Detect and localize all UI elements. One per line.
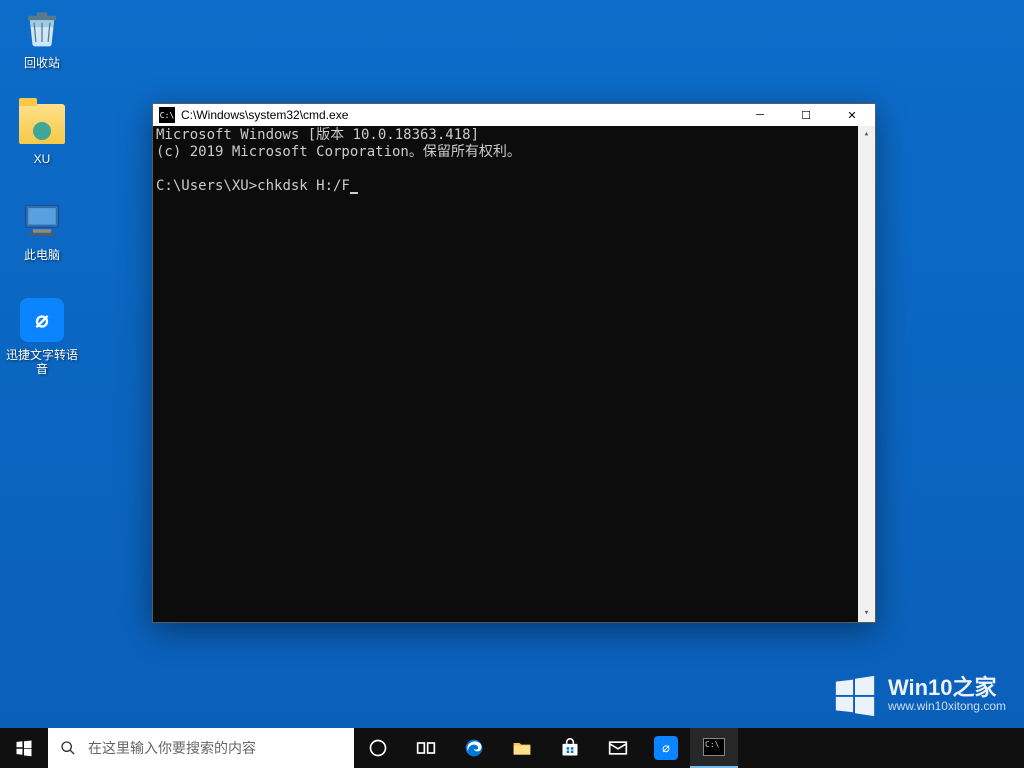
minimize-button[interactable]: ─ xyxy=(737,104,783,126)
taskbar-app-edge[interactable] xyxy=(450,728,498,768)
search-icon xyxy=(48,740,88,756)
desktop-icon-label: XU xyxy=(4,152,80,166)
watermark-title: Win10之家 xyxy=(888,677,1006,699)
window-title: C:\Windows\system32\cmd.exe xyxy=(181,108,737,122)
desktop-icon-this-pc[interactable]: 此电脑 xyxy=(4,196,80,262)
task-view-button[interactable] xyxy=(402,728,450,768)
folder-icon xyxy=(18,100,66,148)
recycle-bin-icon xyxy=(18,4,66,52)
cortana-button[interactable] xyxy=(354,728,402,768)
scrollbar[interactable]: ▴ ▾ xyxy=(858,126,875,622)
watermark-url: www.win10xitong.com xyxy=(888,699,1006,713)
taskbar-app-explorer[interactable] xyxy=(498,728,546,768)
taskbar-app-tts[interactable]: ⌀ xyxy=(642,728,690,768)
cmd-window: C:\ C:\Windows\system32\cmd.exe ─ ☐ ✕ Mi… xyxy=(152,103,876,623)
taskbar-app-store[interactable] xyxy=(546,728,594,768)
terminal-blank xyxy=(156,161,872,178)
watermark: Win10之家 www.win10xitong.com xyxy=(832,672,1006,718)
desktop-icon-tts[interactable]: ⌀ 迅捷文字转语音 xyxy=(4,296,80,376)
windows-logo-icon xyxy=(832,672,878,718)
taskbar: 在这里输入你要搜索的内容 ⌀ C:\ xyxy=(0,728,1024,768)
terminal[interactable]: Microsoft Windows [版本 10.0.18363.418] (c… xyxy=(153,126,875,622)
prompt: C:\Users\XU> xyxy=(156,178,257,194)
desktop-icon-recycle-bin[interactable]: 回收站 xyxy=(4,4,80,70)
desktop-icon-label: 此电脑 xyxy=(4,248,80,262)
titlebar[interactable]: C:\ C:\Windows\system32\cmd.exe ─ ☐ ✕ xyxy=(153,104,875,126)
close-button[interactable]: ✕ xyxy=(829,104,875,126)
scroll-up-icon[interactable]: ▴ xyxy=(858,126,875,143)
desktop-icon-folder-xu[interactable]: XU xyxy=(4,100,80,166)
desktop-icon-label: 回收站 xyxy=(4,56,80,70)
terminal-line: (c) 2019 Microsoft Corporation。保留所有权利。 xyxy=(156,144,872,161)
search-placeholder: 在这里输入你要搜索的内容 xyxy=(88,738,354,758)
terminal-prompt-line: C:\Users\XU>chkdsk H:/F xyxy=(156,178,872,195)
tts-app-icon: ⌀ xyxy=(18,296,66,344)
taskbar-app-mail[interactable] xyxy=(594,728,642,768)
taskbar-search[interactable]: 在这里输入你要搜索的内容 xyxy=(48,728,354,768)
desktop-icon-label: 迅捷文字转语音 xyxy=(4,348,80,376)
cursor xyxy=(350,192,358,194)
system-tray[interactable] xyxy=(1018,728,1024,768)
cmd-icon: C:\ xyxy=(159,107,175,123)
scroll-down-icon[interactable]: ▾ xyxy=(858,605,875,622)
maximize-button[interactable]: ☐ xyxy=(783,104,829,126)
command-text: chkdsk H:/F xyxy=(257,178,350,194)
taskbar-app-cmd[interactable]: C:\ xyxy=(690,728,738,768)
start-button[interactable] xyxy=(0,728,48,768)
terminal-line: Microsoft Windows [版本 10.0.18363.418] xyxy=(156,127,872,144)
this-pc-icon xyxy=(18,196,66,244)
